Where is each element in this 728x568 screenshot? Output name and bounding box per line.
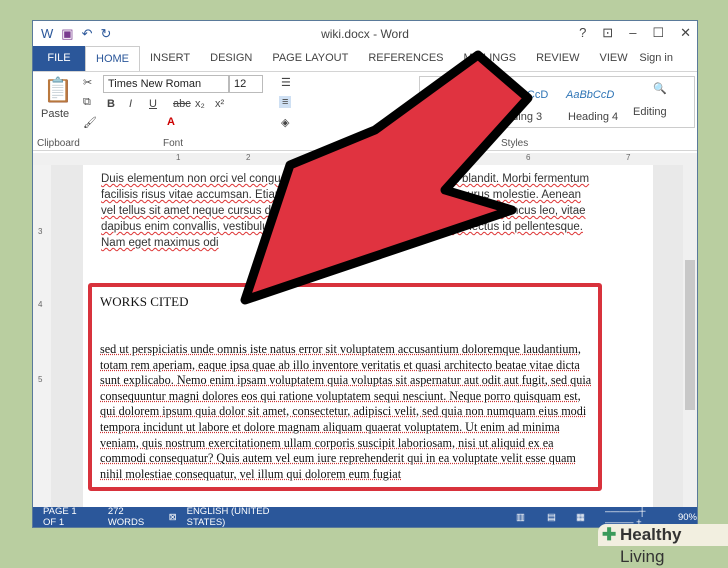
logo-brand-2: Living xyxy=(620,547,665,566)
arrow-shape xyxy=(240,50,533,305)
healthy-living-logo: ✚ Healthy Living xyxy=(598,524,728,566)
logo-brand: Healthy xyxy=(620,525,682,544)
plus-icon: ✚ xyxy=(602,525,617,544)
red-arrow-annotation xyxy=(240,50,533,305)
